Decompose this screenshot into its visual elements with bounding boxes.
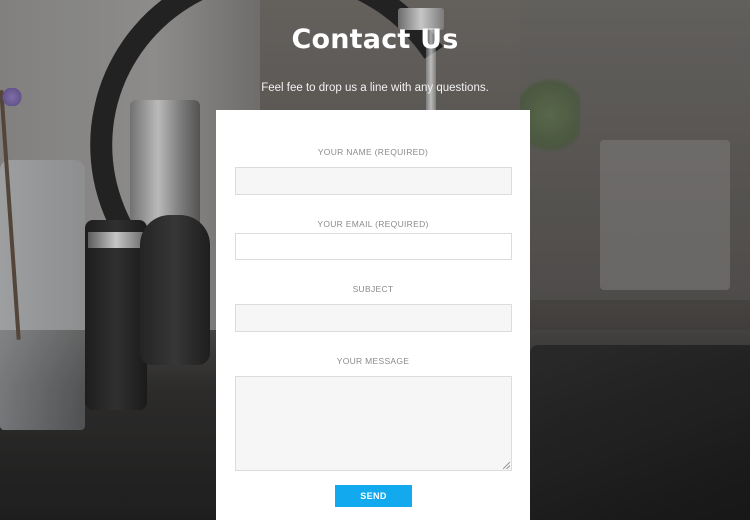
subject-field-box — [235, 304, 512, 332]
contact-page: Contact Us Feel fee to drop us a line wi… — [0, 0, 750, 520]
contact-form: YOUR NAME (REQUIRED) YOUR EMAIL (REQUIRE… — [216, 110, 530, 520]
email-label: YOUR EMAIL (REQUIRED) — [317, 219, 429, 229]
subject-field[interactable] — [236, 305, 511, 331]
send-button[interactable]: SEND — [335, 485, 412, 507]
email-field-box — [235, 233, 512, 260]
email-field[interactable] — [236, 234, 511, 259]
page-subtitle: Feel fee to drop us a line with any ques… — [261, 82, 489, 94]
message-field-box — [235, 376, 512, 471]
message-field[interactable] — [236, 377, 511, 470]
page-title: Contact Us — [291, 24, 459, 55]
message-label: YOUR MESSAGE — [336, 356, 410, 366]
subject-label: SUBJECT — [352, 284, 394, 294]
name-label: YOUR NAME (REQUIRED) — [317, 147, 429, 157]
name-field[interactable] — [236, 168, 511, 194]
resize-grip-icon[interactable] — [503, 462, 510, 469]
name-field-box — [235, 167, 512, 195]
